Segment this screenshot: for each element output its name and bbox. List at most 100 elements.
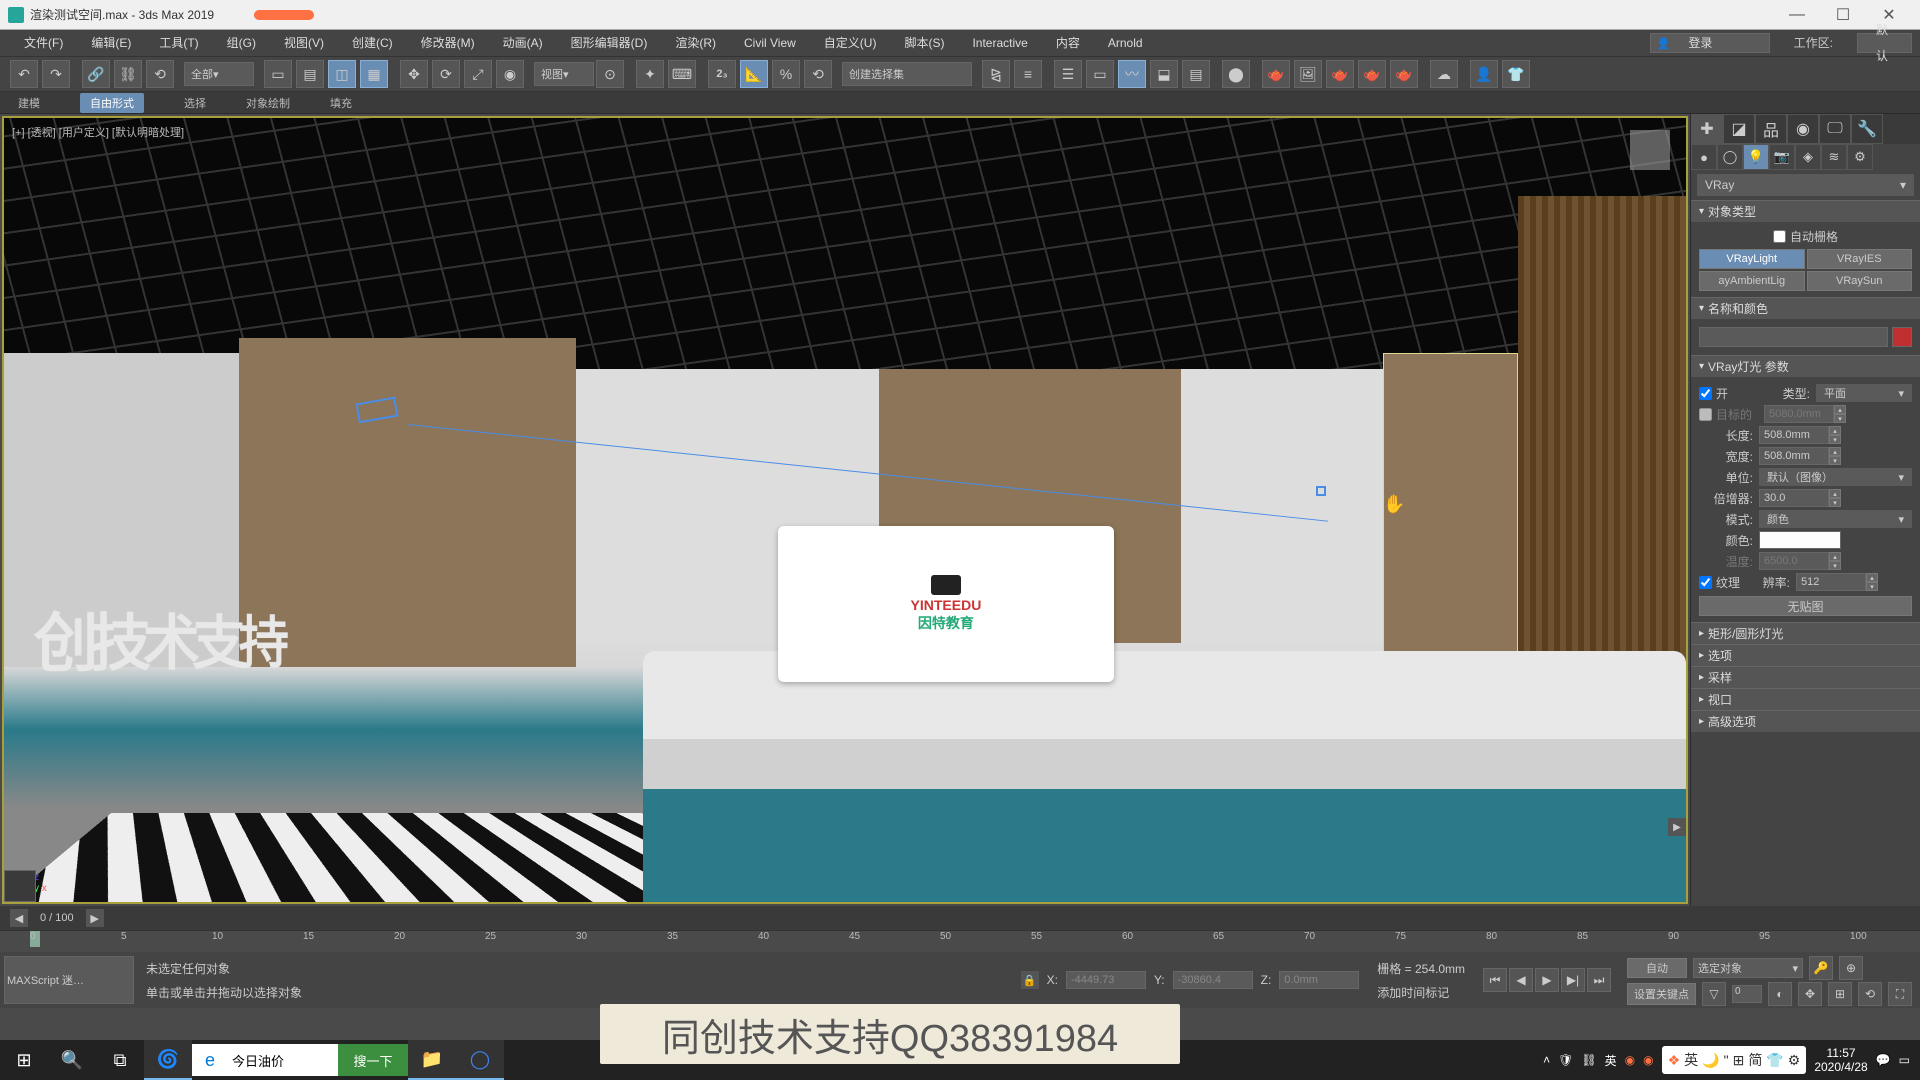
rollout-vrayparams[interactable]: VRay灯光 参数 <box>1691 355 1920 377</box>
frame-input[interactable]: 0 <box>1732 985 1762 1003</box>
align-button[interactable]: ≡ <box>1014 60 1042 88</box>
color-swatch[interactable] <box>1759 531 1841 549</box>
multiplier-spinner[interactable] <box>1759 489 1829 507</box>
menu-rendering[interactable]: 渲染(R) <box>661 30 730 56</box>
tab-utilities[interactable]: 🔧 <box>1851 114 1883 144</box>
menu-create[interactable]: 创建(C) <box>338 30 407 56</box>
tray-notification-icon[interactable]: ▭ <box>1899 1053 1910 1067</box>
select-region-button[interactable]: ◫ <box>328 60 356 88</box>
tab-motion[interactable]: ◉ <box>1787 114 1819 144</box>
tab-modeling[interactable]: 建模 <box>18 95 40 111</box>
time-ruler[interactable]: 0510152025303540455055606570758085909510… <box>0 930 1920 952</box>
shirt-icon[interactable]: 👕 <box>1502 60 1530 88</box>
lock-icon[interactable]: 🔒 <box>1021 971 1039 989</box>
viewport[interactable]: [+] [透视] [用户定义] [默认明暗处理] 创技术支持 YINTEEDU … <box>2 116 1688 904</box>
menu-customize[interactable]: 自定义(U) <box>810 30 891 56</box>
rollout-rectlight[interactable]: 矩形/圆形灯光 <box>1691 622 1920 644</box>
start-button[interactable]: ⊞ <box>0 1040 48 1080</box>
menu-animation[interactable]: 动画(A) <box>489 30 557 56</box>
vrayies-button[interactable]: VRayIES <box>1807 249 1913 269</box>
select-object-button[interactable]: ▭ <box>264 60 292 88</box>
viewport-thumbnail[interactable] <box>4 870 36 902</box>
time-prev-button[interactable]: ◀ <box>10 909 28 927</box>
keyfilter-dropdown[interactable]: 选定对象 <box>1693 958 1803 978</box>
minimize-button[interactable]: — <box>1774 0 1820 30</box>
maximize-button[interactable]: ☐ <box>1820 0 1866 30</box>
user-icon[interactable]: 👤 <box>1470 60 1498 88</box>
keyboard-shortcut-button[interactable]: ⌨ <box>668 60 696 88</box>
vraysun-button[interactable]: VRaySun <box>1807 271 1913 291</box>
render-button[interactable]: 🫖 <box>1326 60 1354 88</box>
tab-freeform[interactable]: 自由形式 <box>80 93 144 113</box>
vraylight-button[interactable]: VRayLight <box>1699 249 1805 269</box>
rollout-advanced[interactable]: 高级选项 <box>1691 710 1920 732</box>
autogrid-checkbox[interactable] <box>1773 230 1786 243</box>
menu-scripting[interactable]: 脚本(S) <box>890 30 958 56</box>
tab-create[interactable]: ✚ <box>1691 114 1723 144</box>
material-editor-button[interactable]: ⬤ <box>1222 60 1250 88</box>
x-coord-input[interactable] <box>1066 971 1146 989</box>
menu-content[interactable]: 内容 <box>1042 30 1094 56</box>
quick-access-slider[interactable] <box>254 10 314 20</box>
tab-populate[interactable]: 填充 <box>330 95 352 111</box>
tray-ime-lang[interactable]: 英 <box>1605 1052 1617 1069</box>
menu-civilview[interactable]: Civil View <box>730 30 810 56</box>
goto-start-button[interactable]: ⏮ <box>1483 968 1507 992</box>
viewport-nav2[interactable]: ⊞ <box>1828 982 1852 1006</box>
tab-hierarchy[interactable]: 品 <box>1755 114 1787 144</box>
named-selection-set[interactable]: 创建选择集 <box>842 62 972 86</box>
menu-grapheditors[interactable]: 图形编辑器(D) <box>557 30 662 56</box>
manipulate-button[interactable]: ✦ <box>636 60 664 88</box>
type-dropdown[interactable]: 平面 <box>1816 384 1912 402</box>
vrayambient-button[interactable]: ayAmbientLig <box>1699 271 1805 291</box>
timetag-label[interactable]: 添加时间标记 <box>1377 984 1465 1001</box>
link-button[interactable]: 🔗 <box>82 60 110 88</box>
render-setup-button[interactable]: 🫖 <box>1262 60 1290 88</box>
toggle-ribbon-button[interactable]: ▭ <box>1086 60 1114 88</box>
tab-selection[interactable]: 选择 <box>184 95 206 111</box>
search-icon[interactable]: 🔍 <box>48 1040 96 1080</box>
ime-toolbar[interactable]: ❖ 英🌙"⊞ 简👕⚙ <box>1662 1046 1807 1074</box>
tray-icon[interactable]: ◉ <box>1643 1053 1653 1067</box>
unit-dropdown[interactable]: 默认（图像） <box>1759 468 1912 486</box>
bind-button[interactable]: ⟲ <box>146 60 174 88</box>
viewport-label[interactable]: [+] [透视] [用户定义] [默认明暗处理] <box>12 124 184 140</box>
viewport-expand-button[interactable]: ▶ <box>1668 818 1686 836</box>
category-dropdown[interactable]: VRay <box>1697 174 1914 196</box>
time-config-button[interactable]: ⊕ <box>1839 956 1863 980</box>
rollout-namecolor[interactable]: 名称和颜色 <box>1691 297 1920 319</box>
taskbar-app1[interactable]: 🌀 <box>144 1040 192 1080</box>
tray-icon[interactable]: ⛓ <box>1581 1053 1596 1067</box>
taskbar-chrome[interactable]: ◯ <box>456 1040 504 1080</box>
time-slider[interactable]: ◀ 0 / 100 ▶ <box>0 906 1920 930</box>
setkey-button[interactable]: 设置关键点 <box>1627 983 1696 1005</box>
spinner-snap-button[interactable]: ⟲ <box>804 60 832 88</box>
curve-editor-button[interactable]: 〰 <box>1118 60 1146 88</box>
z-coord-input[interactable] <box>1279 971 1359 989</box>
placement-button[interactable]: ◉ <box>496 60 524 88</box>
subtab-spacewarps[interactable]: ≋ <box>1821 144 1847 170</box>
rollout-sampling[interactable]: 采样 <box>1691 666 1920 688</box>
scale-button[interactable]: ⤢ <box>464 60 492 88</box>
subtab-cameras[interactable]: 📷 <box>1769 144 1795 170</box>
time-next-button[interactable]: ▶ <box>86 909 104 927</box>
ref-coord-dropdown[interactable]: 视图 ▾ <box>534 62 594 86</box>
search-input[interactable] <box>228 1044 338 1076</box>
tab-modify[interactable]: ◪ <box>1723 114 1755 144</box>
select-name-button[interactable]: ▤ <box>296 60 324 88</box>
autokey-button[interactable]: 自动 <box>1627 958 1687 978</box>
move-button[interactable]: ✥ <box>400 60 428 88</box>
menu-modifiers[interactable]: 修改器(M) <box>407 30 489 56</box>
taskbar-explorer[interactable]: 📁 <box>408 1040 456 1080</box>
menu-arnold[interactable]: Arnold <box>1094 30 1157 56</box>
menu-group[interactable]: 组(G) <box>213 30 270 56</box>
angle-snap-button[interactable]: 📐 <box>740 60 768 88</box>
subtab-geometry[interactable]: ● <box>1691 144 1717 170</box>
search-go-button[interactable]: 搜一下 <box>338 1044 408 1076</box>
mirror-button[interactable]: ⧎ <box>982 60 1010 88</box>
subtab-systems[interactable]: ⚙ <box>1847 144 1873 170</box>
menu-edit[interactable]: 编辑(E) <box>77 30 145 56</box>
isolate-button[interactable]: ◐ <box>1768 982 1792 1006</box>
pivot-button[interactable]: ⊙ <box>596 60 624 88</box>
subtab-helpers[interactable]: ◈ <box>1795 144 1821 170</box>
